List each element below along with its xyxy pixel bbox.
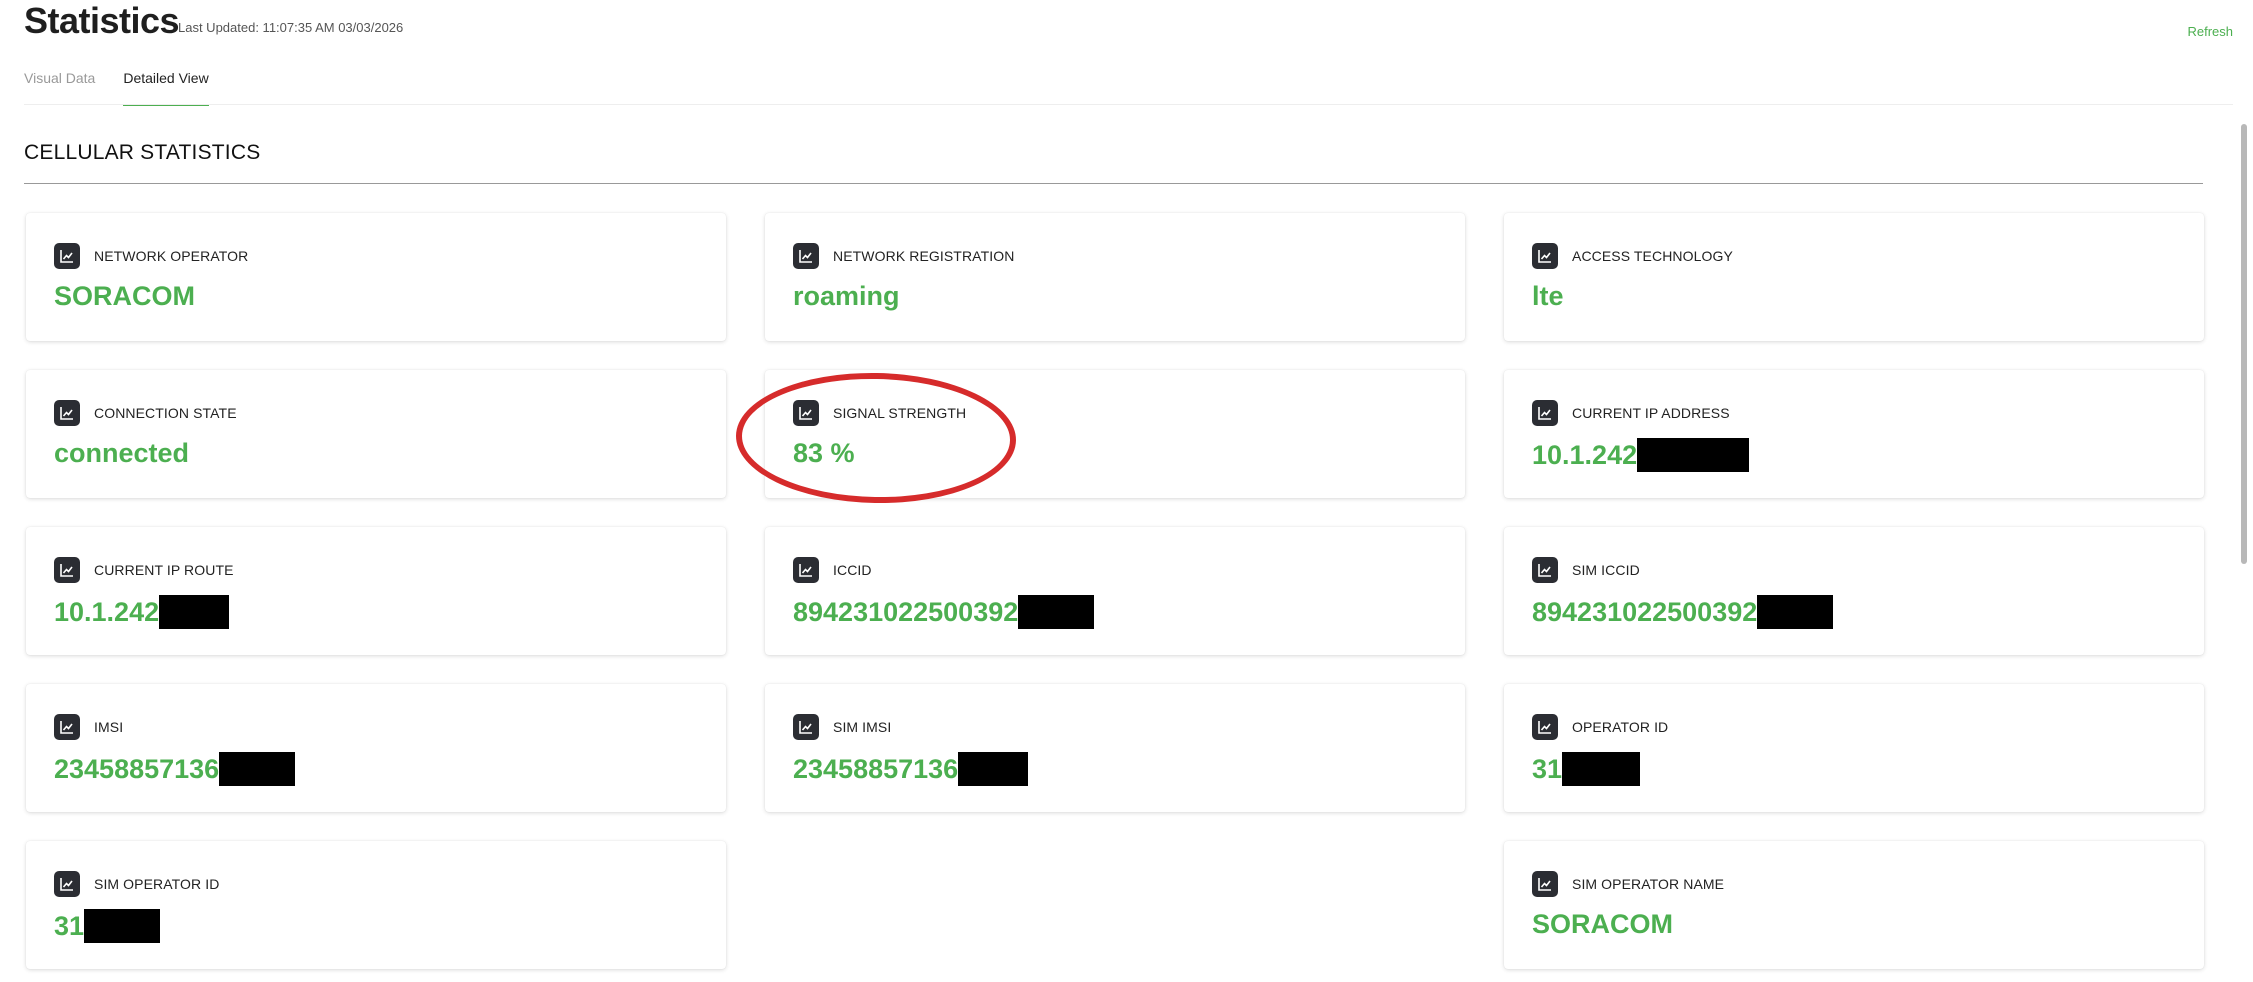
- stat-label: SIM ICCID: [1572, 562, 1640, 578]
- stat-label: CONNECTION STATE: [94, 405, 237, 421]
- stat-label: SIM OPERATOR NAME: [1572, 876, 1725, 892]
- line-chart-icon[interactable]: [54, 871, 80, 897]
- stat-card-network-operator: NETWORK OPERATOR SORACOM: [26, 213, 726, 341]
- stat-label: NETWORK OPERATOR: [94, 248, 249, 264]
- stat-card-current-ip-address: CURRENT IP ADDRESS 10.1.242: [1504, 370, 2204, 498]
- tabs-divider: [24, 104, 2233, 105]
- stat-value: 10.1.242: [54, 595, 230, 629]
- stat-label: CURRENT IP ROUTE: [94, 562, 234, 578]
- section-title: CELLULAR STATISTICS: [24, 141, 261, 164]
- tab-bar: Visual Data Detailed View: [24, 70, 237, 106]
- redaction-box: [1637, 438, 1750, 472]
- line-chart-icon[interactable]: [1532, 871, 1558, 897]
- stat-card-connection-state: CONNECTION STATE connected: [26, 370, 726, 498]
- tab-detailed-view[interactable]: Detailed View: [123, 70, 210, 106]
- stat-value: 894231022500392: [793, 595, 1095, 629]
- line-chart-icon[interactable]: [1532, 243, 1558, 269]
- line-chart-icon[interactable]: [793, 714, 819, 740]
- stat-card-access-technology: ACCESS TECHNOLOGY lte: [1504, 213, 2204, 341]
- stat-label: ACCESS TECHNOLOGY: [1572, 248, 1733, 264]
- stat-card-current-ip-route: CURRENT IP ROUTE 10.1.242: [26, 527, 726, 655]
- line-chart-icon[interactable]: [793, 243, 819, 269]
- stat-label: ICCID: [833, 562, 872, 578]
- stat-label: OPERATOR ID: [1572, 719, 1669, 735]
- redaction-box: [1018, 595, 1095, 629]
- stat-card-iccid: ICCID 894231022500392: [765, 527, 1465, 655]
- stat-label: SIM OPERATOR ID: [94, 876, 220, 892]
- stat-card-sim-iccid: SIM ICCID 894231022500392: [1504, 527, 2204, 655]
- stat-label: NETWORK REGISTRATION: [833, 248, 1015, 264]
- line-chart-icon[interactable]: [1532, 400, 1558, 426]
- stat-value: SORACOM: [54, 281, 195, 311]
- vertical-scrollbar[interactable]: [2239, 122, 2249, 982]
- stat-label: IMSI: [94, 719, 124, 735]
- line-chart-icon[interactable]: [54, 243, 80, 269]
- stat-card-sim-imsi: SIM IMSI 23458857136: [765, 684, 1465, 812]
- stat-value: connected: [54, 438, 190, 468]
- redaction-box: [1562, 752, 1641, 786]
- section-divider: [24, 183, 2203, 184]
- redaction-box: [159, 595, 230, 629]
- refresh-button[interactable]: Refresh: [2187, 24, 2233, 39]
- line-chart-icon[interactable]: [793, 400, 819, 426]
- stat-label: CURRENT IP ADDRESS: [1572, 405, 1730, 421]
- last-updated-text: Last Updated: 11:07:35 AM 03/03/2026: [178, 20, 404, 35]
- stat-value: 894231022500392: [1532, 595, 1834, 629]
- line-chart-icon[interactable]: [793, 557, 819, 583]
- stat-value: 23458857136: [793, 752, 1029, 786]
- redaction-box: [84, 909, 161, 943]
- redaction-box: [1757, 595, 1834, 629]
- stat-value: 31: [54, 909, 161, 943]
- stat-card-sim-operator-id: SIM OPERATOR ID 31: [26, 841, 726, 969]
- scrollbar-thumb[interactable]: [2241, 124, 2247, 564]
- page-title: Statistics: [24, 0, 180, 41]
- line-chart-icon[interactable]: [54, 557, 80, 583]
- line-chart-icon[interactable]: [1532, 557, 1558, 583]
- stat-card-imsi: IMSI 23458857136: [26, 684, 726, 812]
- stat-card-sim-operator-name: SIM OPERATOR NAME SORACOM: [1504, 841, 2204, 969]
- line-chart-icon[interactable]: [54, 400, 80, 426]
- stat-value: 83 %: [793, 438, 855, 468]
- stat-value: 10.1.242: [1532, 438, 1750, 472]
- redaction-box: [958, 752, 1029, 786]
- line-chart-icon[interactable]: [54, 714, 80, 740]
- stat-label: SIGNAL STRENGTH: [833, 405, 967, 421]
- stat-value: 23458857136: [54, 752, 296, 786]
- line-chart-icon[interactable]: [1532, 714, 1558, 740]
- stat-card-network-registration: NETWORK REGISTRATION roaming: [765, 213, 1465, 341]
- stat-label: SIM IMSI: [833, 719, 892, 735]
- stat-value: roaming: [793, 281, 900, 311]
- statistics-page: Statistics Last Updated: 11:07:35 AM 03/…: [0, 0, 2253, 982]
- tab-visual-data[interactable]: Visual Data: [24, 70, 95, 106]
- stat-card-operator-id: OPERATOR ID 31: [1504, 684, 2204, 812]
- stat-card-signal-strength: SIGNAL STRENGTH 83 %: [765, 370, 1465, 498]
- stat-value: lte: [1532, 281, 1564, 311]
- redaction-box: [219, 752, 296, 786]
- stat-value: SORACOM: [1532, 909, 1673, 939]
- stat-value: 31: [1532, 752, 1641, 786]
